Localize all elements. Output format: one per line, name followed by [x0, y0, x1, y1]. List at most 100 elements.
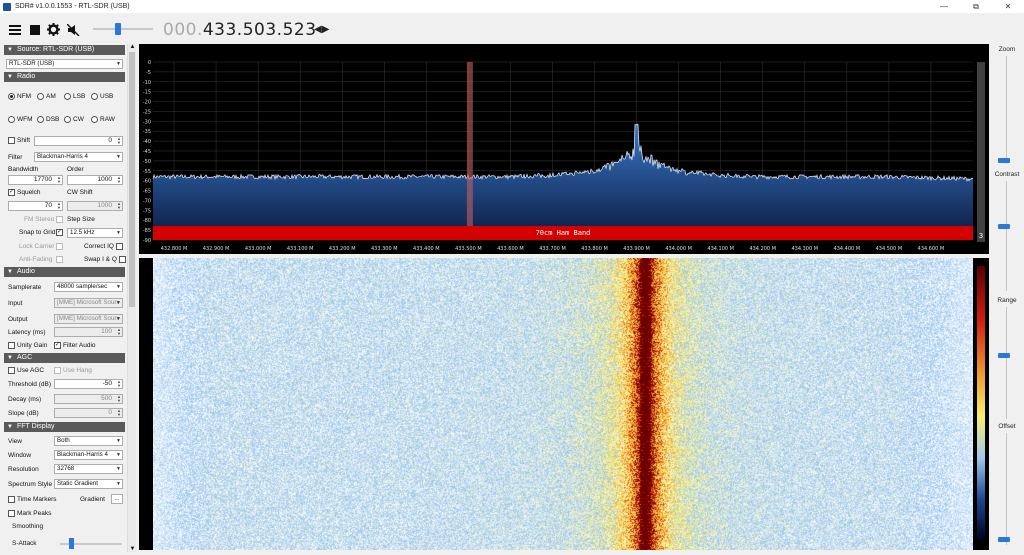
y-tick-label: -55: [143, 169, 151, 175]
audio-input-select[interactable]: [MME] Microsoft Soun ▼: [54, 298, 123, 308]
y-tick-label: 0: [148, 60, 151, 66]
spinner-icon[interactable]: ▲ ▼: [57, 202, 61, 210]
frequency-display[interactable]: 000.433.503.523: [163, 20, 317, 40]
fft-display-panel-header[interactable]: ▼ FFT Display: [4, 422, 125, 432]
snap-to-grid-checkbox[interactable]: ✓: [56, 229, 65, 236]
slope-input[interactable]: 0 ▲ ▼: [54, 408, 123, 418]
scrollbar-thumb[interactable]: [129, 52, 135, 307]
lock-carrier-checkbox[interactable]: [56, 243, 65, 250]
use-agc-checkbox[interactable]: Use AGC: [8, 367, 44, 374]
spinner-icon[interactable]: ▲ ▼: [117, 395, 121, 403]
mode-lsb-radio[interactable]: LSB: [64, 93, 85, 100]
mute-speaker-icon[interactable]: [66, 23, 80, 36]
range-slider-thumb[interactable]: [998, 353, 1010, 358]
offset-slider-thumb[interactable]: [998, 537, 1010, 542]
fft-window-select[interactable]: Blackman-Harris 4 ▼: [54, 450, 123, 460]
bandwidth-input[interactable]: 17700 ▲ ▼: [8, 175, 63, 185]
spinner-icon[interactable]: ▲ ▼: [117, 409, 121, 417]
waterfall-color-scale: [977, 266, 985, 540]
scroll-down-icon[interactable]: ▼: [128, 546, 137, 552]
mode-usb-radio[interactable]: USB: [91, 93, 113, 100]
mode-cw-radio[interactable]: CW: [64, 116, 84, 123]
lock-carrier-label: Lock Carrier: [19, 243, 54, 250]
mode-raw-radio[interactable]: RAW: [91, 116, 115, 123]
radio-panel-header[interactable]: ▼ Radio: [4, 72, 125, 82]
scroll-up-icon[interactable]: ▲: [128, 44, 137, 50]
collapse-triangle-icon: ▼: [7, 74, 13, 80]
spinner-icon[interactable]: ▲ ▼: [57, 176, 61, 184]
frequency-digits: 433.503.523: [203, 20, 317, 40]
collapse-triangle-icon: ▼: [7, 47, 13, 53]
range-slider-track[interactable]: [1006, 307, 1007, 419]
zoom-slider-track[interactable]: [1006, 56, 1007, 164]
audio-gain-slider-track[interactable]: [93, 28, 153, 30]
y-tick-label: -15: [143, 90, 151, 96]
filter-audio-checkbox[interactable]: ✓ Filter Audio: [54, 342, 96, 349]
audio-output-select[interactable]: [MME] Microsoft Soun ▼: [54, 314, 123, 324]
spinner-icon[interactable]: ▲ ▼: [117, 137, 121, 145]
close-icon[interactable]: ✕: [992, 0, 1024, 13]
waterfall-display[interactable]: [139, 258, 989, 550]
gradient-button[interactable]: ...: [111, 494, 123, 504]
squelch-checkbox[interactable]: ✓ Squelch: [8, 189, 41, 196]
mark-peaks-checkbox[interactable]: Mark Peaks: [8, 510, 51, 517]
swap-iq-checkbox[interactable]: Swap I & Q: [84, 256, 126, 263]
contrast-slider-thumb[interactable]: [998, 224, 1010, 229]
source-device-select[interactable]: RTL-SDR (USB) ▼: [6, 59, 123, 69]
spinner-icon[interactable]: ▲ ▼: [117, 380, 121, 388]
filter-select[interactable]: Blackman-Harris 4 ▼: [34, 152, 123, 162]
chevron-down-icon: ▼: [116, 60, 121, 68]
step-size-select[interactable]: 12.5 kHz ▼: [67, 228, 123, 238]
toolbar: 000.433.503.523 ◀▶: [0, 13, 1024, 45]
contrast-slider-track[interactable]: [1006, 181, 1007, 291]
minimize-icon[interactable]: —: [928, 0, 960, 13]
samplerate-select[interactable]: 48000 sample/sec ▼: [54, 282, 123, 292]
source-panel-header[interactable]: ▼ Source: RTL-SDR (USB): [4, 45, 125, 55]
mode-wfm-radio[interactable]: WFM: [8, 116, 33, 123]
x-tick-label: 433.200 M: [329, 246, 356, 252]
mode-nfm-radio[interactable]: NFM: [8, 93, 31, 100]
x-tick-label: 432.900 M: [203, 246, 230, 252]
menu-icon[interactable]: [8, 23, 22, 36]
threshold-input[interactable]: -50 ▲ ▼: [54, 379, 123, 389]
x-tick-label: 434.300 M: [791, 246, 818, 252]
time-markers-checkbox[interactable]: Time Markers: [8, 496, 56, 503]
stop-icon[interactable]: [28, 23, 42, 36]
gear-icon[interactable]: [46, 23, 60, 36]
shift-checkbox[interactable]: Shift: [8, 137, 30, 144]
spinner-icon[interactable]: ▲ ▼: [117, 328, 121, 336]
cw-shift-input[interactable]: 1000 ▲ ▼: [67, 201, 123, 211]
mode-dsb-radio[interactable]: DSB: [37, 116, 59, 123]
shift-input[interactable]: 0 ▲ ▼: [34, 136, 123, 146]
spinner-icon[interactable]: ▲ ▼: [117, 176, 121, 184]
control-panel-scrollbar[interactable]: ▲ ▼: [127, 44, 136, 552]
audio-gain-slider-thumb[interactable]: [115, 23, 121, 35]
resolution-select[interactable]: 32768 ▼: [54, 464, 123, 474]
mode-am-radio[interactable]: AM: [37, 93, 56, 100]
order-input[interactable]: 1000 ▲ ▼: [67, 175, 123, 185]
decay-input[interactable]: 500 ▲ ▼: [54, 394, 123, 404]
spectrum-analyzer[interactable]: 0 -5 -10 -15 -20 -25 -30 -35 -40 -45 -50 -55 -60 -65 -…: [139, 44, 989, 254]
view-select[interactable]: Both ▼: [54, 436, 123, 446]
unity-gain-checkbox[interactable]: Unity Gain: [8, 342, 47, 349]
filter-label: Filter: [8, 154, 22, 161]
correct-iq-checkbox[interactable]: Correct IQ: [84, 243, 123, 250]
agc-panel-header[interactable]: ▼ AGC: [4, 353, 125, 363]
fm-stereo-checkbox[interactable]: [56, 216, 65, 223]
frequency-step-arrows-icon[interactable]: ◀▶: [314, 24, 329, 35]
anti-fading-checkbox[interactable]: [56, 256, 65, 263]
audio-panel-header[interactable]: ▼ Audio: [4, 267, 125, 277]
latency-input[interactable]: 100 ▲ ▼: [54, 327, 123, 337]
chevron-down-icon: ▼: [116, 437, 121, 445]
y-tick-label: -85: [143, 228, 151, 234]
spectrum-style-select[interactable]: Static Gradient ▼: [54, 479, 123, 489]
tuned-frequency-marker[interactable]: [467, 62, 473, 240]
use-hang-checkbox[interactable]: Use Hang: [54, 367, 92, 374]
spinner-icon[interactable]: ▲ ▼: [117, 202, 121, 210]
offset-slider-track[interactable]: [1006, 433, 1007, 545]
y-tick-label: -40: [143, 139, 151, 145]
s-attack-slider-thumb[interactable]: [69, 538, 74, 549]
maximize-icon[interactable]: ⧉: [960, 0, 992, 13]
zoom-slider-thumb[interactable]: [998, 158, 1010, 163]
squelch-input[interactable]: 70 ▲ ▼: [8, 201, 63, 211]
